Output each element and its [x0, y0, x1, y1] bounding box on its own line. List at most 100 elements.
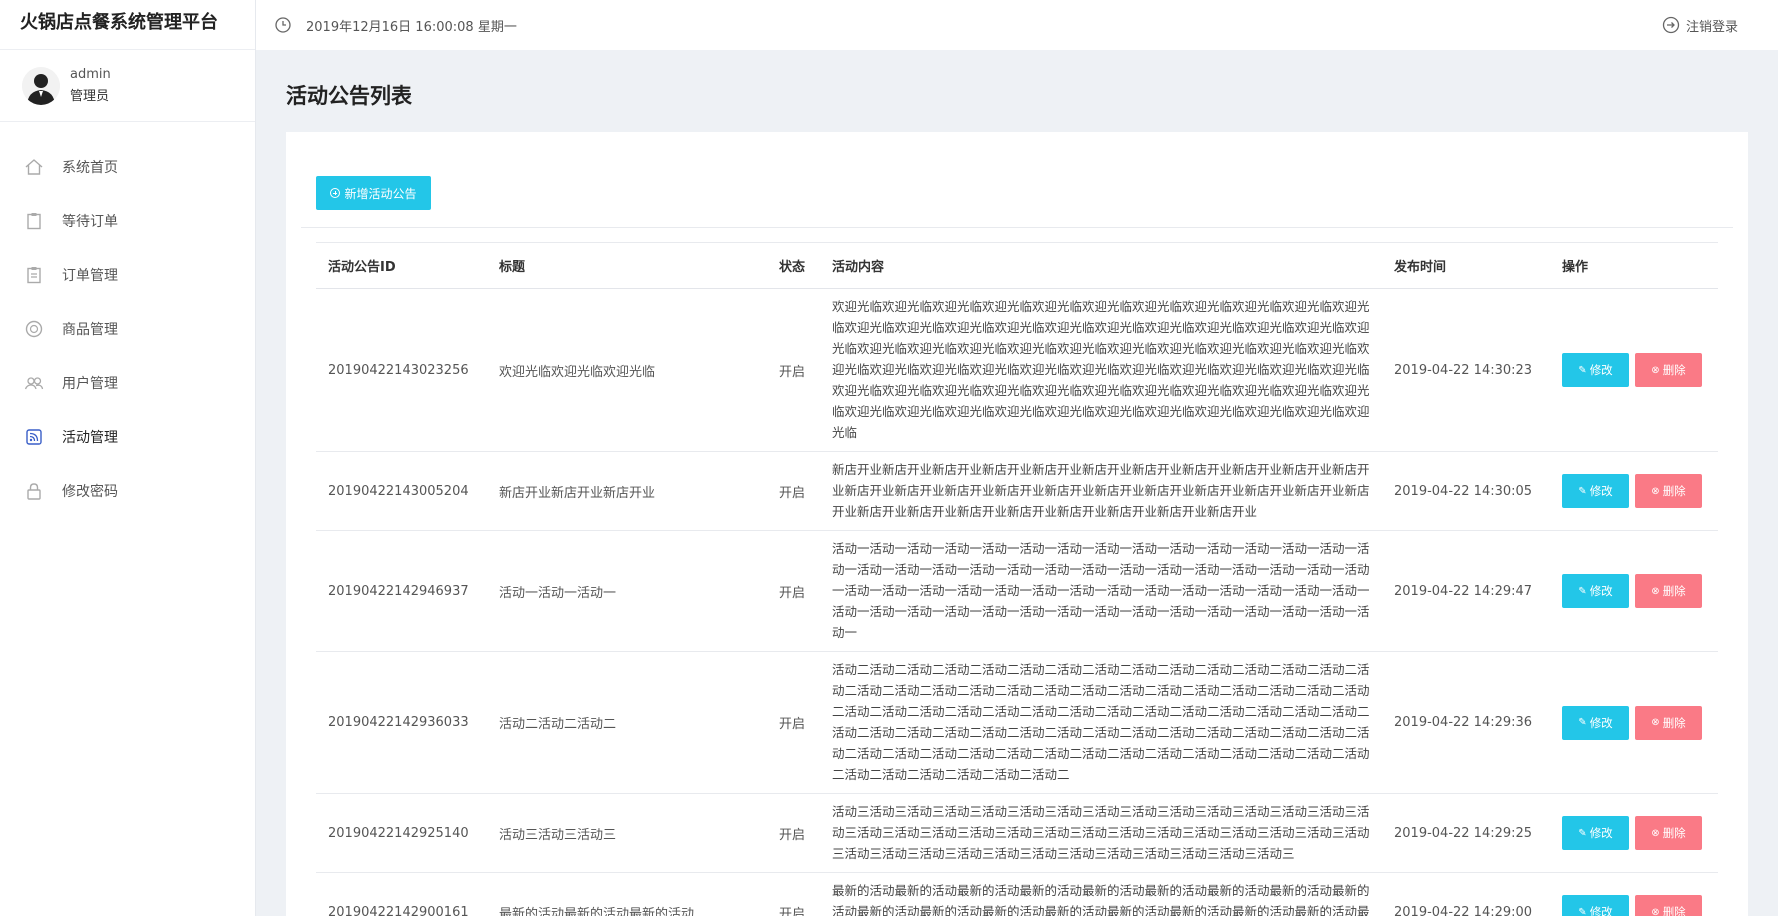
clock-icon	[275, 17, 291, 33]
edit-icon: ✎	[1578, 906, 1587, 916]
logout-icon	[1662, 16, 1680, 34]
cell-time: 2019-04-22 14:30:05	[1382, 451, 1550, 531]
edit-icon: ✎	[1578, 717, 1587, 728]
delete-label: 删除	[1662, 826, 1686, 840]
sidebar-item-goods-management[interactable]: 商品管理	[0, 302, 255, 356]
cell-status: 开启	[767, 651, 820, 794]
cell-status: 开启	[767, 793, 820, 873]
sidebar-item-label: 订单管理	[62, 268, 118, 284]
sidebar-item-label: 活动管理	[62, 430, 118, 446]
delete-button[interactable]: ⊗ 删除	[1635, 474, 1702, 508]
column-header-ops: 操作	[1550, 242, 1718, 289]
cell-content: 欢迎光临欢迎光临欢迎光临欢迎光临欢迎光临欢迎光临欢迎光临欢迎光临欢迎光临欢迎光临…	[820, 288, 1382, 452]
dish-icon	[24, 319, 44, 339]
delete-icon: ⊗	[1651, 585, 1660, 597]
delete-button[interactable]: ⊗ 删除	[1635, 353, 1702, 387]
cell-ops: ✎ 修改 ⊗ 删除	[1550, 793, 1718, 873]
cell-time: 2019-04-22 14:29:36	[1382, 651, 1550, 794]
divider	[301, 227, 1733, 228]
cell-status: 开启	[767, 530, 820, 652]
user-name: admin	[70, 66, 111, 82]
add-activity-button[interactable]: 新增活动公告	[316, 176, 431, 210]
sidebar-item-label: 商品管理	[62, 322, 118, 338]
column-header-content: 活动内容	[820, 242, 1382, 289]
delete-button[interactable]: ⊗ 删除	[1635, 574, 1702, 608]
add-activity-label: 新增活动公告	[344, 186, 417, 201]
delete-icon: ⊗	[1651, 827, 1660, 839]
user-avatar-icon	[22, 66, 60, 105]
avatar	[22, 66, 60, 105]
delete-icon: ⊗	[1651, 717, 1660, 728]
activity-table: 活动公告ID 标题 状态 活动内容 发布时间 操作 20190422143023…	[316, 242, 1718, 916]
cell-title: 活动三活动三活动三	[487, 793, 767, 873]
sidebar-item-label: 修改密码	[62, 484, 118, 500]
edit-label: 修改	[1589, 484, 1613, 498]
table-row: 20190422143023256 欢迎光临欢迎光临欢迎光临 开启 欢迎光临欢迎…	[316, 288, 1718, 452]
table-row: 20190422142925140 活动三活动三活动三 开启 活动三活动三活动三…	[316, 793, 1718, 873]
logout-button[interactable]: 注销登录	[1662, 0, 1738, 50]
delete-label: 删除	[1662, 715, 1686, 730]
edit-button[interactable]: ✎ 修改	[1562, 474, 1629, 508]
edit-icon: ✎	[1578, 827, 1587, 839]
cell-ops: ✎ 修改 ⊗ 删除	[1550, 872, 1718, 916]
delete-button[interactable]: ⊗ 删除	[1635, 895, 1702, 916]
delete-label: 删除	[1662, 484, 1686, 498]
delete-label: 删除	[1662, 584, 1686, 598]
topbar: 2019年12月16日 16:00:08 星期一 注销登录	[256, 0, 1778, 50]
cell-content: 活动二活动二活动二活动二活动二活动二活动二活动二活动二活动二活动二活动二活动二活…	[820, 651, 1382, 794]
cell-content: 最新的活动最新的活动最新的活动最新的活动最新的活动最新的活动最新的活动最新的活动…	[820, 872, 1382, 916]
edit-label: 修改	[1589, 715, 1613, 730]
column-header-title: 标题	[487, 242, 767, 289]
table-row: 20190422143005204 新店开业新店开业新店开业 开启 新店开业新店…	[316, 451, 1718, 531]
cell-status: 开启	[767, 451, 820, 531]
cell-content: 活动一活动一活动一活动一活动一活动一活动一活动一活动一活动一活动一活动一活动一活…	[820, 530, 1382, 652]
cell-id: 20190422142900161	[316, 872, 487, 916]
delete-button[interactable]: ⊗ 删除	[1635, 816, 1702, 850]
sidebar-nav: 系统首页 等待订单 订单管理 商品管理 用户管理 活动管理 修改密码	[0, 140, 255, 518]
cell-status: 开启	[767, 872, 820, 916]
edit-button[interactable]: ✎ 修改	[1562, 895, 1629, 916]
cell-time: 2019-04-22 14:29:00	[1382, 872, 1550, 916]
cell-title: 最新的活动最新的活动最新的活动	[487, 872, 767, 916]
content-panel: 新增活动公告 活动公告ID 标题 状态 活动内容 发布时间 操作 2019042…	[286, 132, 1748, 916]
delete-button[interactable]: ⊗ 删除	[1635, 705, 1702, 740]
edit-button[interactable]: ✎ 修改	[1562, 705, 1629, 740]
cell-ops: ✎ 修改 ⊗ 删除	[1550, 651, 1718, 794]
table-row: 20190422142936033 活动二活动二活动二 开启 活动二活动二活动二…	[316, 651, 1718, 794]
cell-status: 开启	[767, 288, 820, 452]
edit-icon: ✎	[1578, 485, 1587, 497]
cell-title: 活动二活动二活动二	[487, 651, 767, 794]
cell-time: 2019-04-22 14:29:25	[1382, 793, 1550, 873]
edit-icon: ✎	[1578, 585, 1587, 597]
cell-ops: ✎ 修改 ⊗ 删除	[1550, 451, 1718, 531]
user-role: 管理员	[70, 88, 110, 104]
sidebar-item-label: 用户管理	[62, 376, 118, 392]
sidebar-item-user-management[interactable]: 用户管理	[0, 356, 255, 410]
lock-icon	[24, 481, 44, 501]
sidebar-item-change-password[interactable]: 修改密码	[0, 464, 255, 518]
cell-time: 2019-04-22 14:29:47	[1382, 530, 1550, 652]
sidebar-item-home[interactable]: 系统首页	[0, 140, 255, 194]
app-title: 火锅店点餐系统管理平台	[0, 0, 255, 50]
delete-icon: ⊗	[1651, 364, 1660, 376]
sidebar-item-pending-orders[interactable]: 等待订单	[0, 194, 255, 248]
sidebar-item-label: 系统首页	[62, 160, 118, 176]
edit-button[interactable]: ✎ 修改	[1562, 816, 1629, 850]
table-row: 20190422142946937 活动一活动一活动一 开启 活动一活动一活动一…	[316, 530, 1718, 652]
sidebar-item-activity-management[interactable]: 活动管理	[0, 410, 255, 464]
column-header-id: 活动公告ID	[316, 242, 487, 289]
edit-button[interactable]: ✎ 修改	[1562, 353, 1629, 387]
datetime-display: 2019年12月16日 16:00:08 星期一	[274, 16, 517, 35]
sidebar-item-order-management[interactable]: 订单管理	[0, 248, 255, 302]
cell-id: 20190422143023256	[316, 288, 487, 452]
users-icon	[24, 373, 44, 393]
clipboard-icon	[24, 211, 44, 231]
table-header-row: 活动公告ID 标题 状态 活动内容 发布时间 操作	[316, 242, 1718, 289]
table-row: 20190422142900161 最新的活动最新的活动最新的活动 开启 最新的…	[316, 872, 1718, 916]
edit-button[interactable]: ✎ 修改	[1562, 574, 1629, 608]
edit-label: 修改	[1589, 584, 1613, 598]
sidebar-item-label: 等待订单	[62, 214, 118, 230]
delete-icon: ⊗	[1651, 485, 1660, 497]
cell-content: 活动三活动三活动三活动三活动三活动三活动三活动三活动三活动三活动三活动三活动三活…	[820, 793, 1382, 873]
delete-icon: ⊗	[1651, 906, 1660, 916]
